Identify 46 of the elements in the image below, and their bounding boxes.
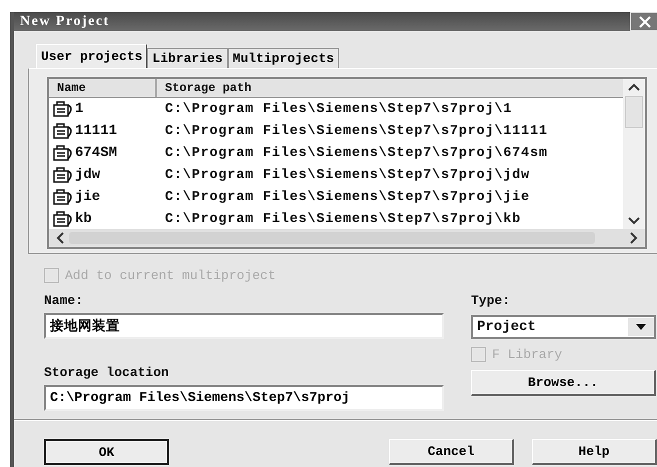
type-dropdown[interactable]: Project <box>471 315 656 339</box>
field-label: Name: <box>44 293 84 310</box>
horizontal-scrollbar[interactable] <box>49 229 645 247</box>
project-icon <box>53 100 75 118</box>
project-name[interactable]: 674SM <box>75 145 118 161</box>
project-name[interactable]: 1 <box>75 101 84 117</box>
storage-path: C:\Program Files\Siemens\Step7\s7proj\jdw <box>164 168 530 182</box>
project-icon <box>53 210 75 228</box>
scroll-up-icon <box>627 82 641 92</box>
scroll-right-icon <box>629 231 639 245</box>
dialog-button[interactable]: Cancel <box>389 439 514 465</box>
window-title: New Project <box>20 14 110 30</box>
scroll-left-icon <box>55 231 65 245</box>
project-name[interactable]: jie <box>75 189 100 205</box>
field-label: Storage location <box>44 365 170 382</box>
project-name[interactable]: kb <box>75 211 92 227</box>
project-name[interactable]: jdw <box>75 167 100 183</box>
dialog-button[interactable]: Help <box>532 439 657 465</box>
dropdown-icon <box>636 324 646 330</box>
scroll-thumb[interactable] <box>625 96 643 128</box>
storage-location-field[interactable]: C:\Program Files\Siemens\Step7\s7proj <box>44 385 444 411</box>
name-field[interactable]: 接地网装置 <box>44 313 444 339</box>
browse-button[interactable]: Browse... <box>471 370 656 396</box>
vertical-scrollbar[interactable] <box>623 79 645 229</box>
close-button[interactable] <box>630 12 657 31</box>
column-header[interactable]: Storage path <box>157 79 252 97</box>
tab[interactable]: Libraries <box>147 48 228 68</box>
storage-path: C:\Program Files\Siemens\Step7\s7proj\674sm <box>164 146 548 160</box>
storage-path: C:\Program Files\Siemens\Step7\s7proj\kb <box>164 212 522 226</box>
project-icon <box>53 188 75 206</box>
dialog-button[interactable]: OK <box>44 439 169 465</box>
tab[interactable]: Multiprojects <box>228 48 340 68</box>
field-label: Type: <box>471 293 512 310</box>
project-icon <box>53 166 75 184</box>
column-header[interactable]: Name <box>49 79 157 97</box>
checkbox-label: F Library <box>492 347 562 362</box>
project-name[interactable]: 11111 <box>75 123 118 139</box>
storage-path: C:\Program Files\Siemens\Step7\s7proj\11111 <box>164 124 548 138</box>
close-icon <box>638 16 652 28</box>
project-icon <box>53 122 75 140</box>
storage-path: C:\Program Files\Siemens\Step7\s7proj\1 <box>164 102 512 116</box>
scroll-down-icon <box>627 216 641 226</box>
tab[interactable]: User projects <box>36 44 148 68</box>
checkbox-label: Add to current multiproject <box>65 268 276 283</box>
project-icon <box>53 144 75 162</box>
storage-path: C:\Program Files\Siemens\Step7\s7proj\jie <box>164 190 530 204</box>
